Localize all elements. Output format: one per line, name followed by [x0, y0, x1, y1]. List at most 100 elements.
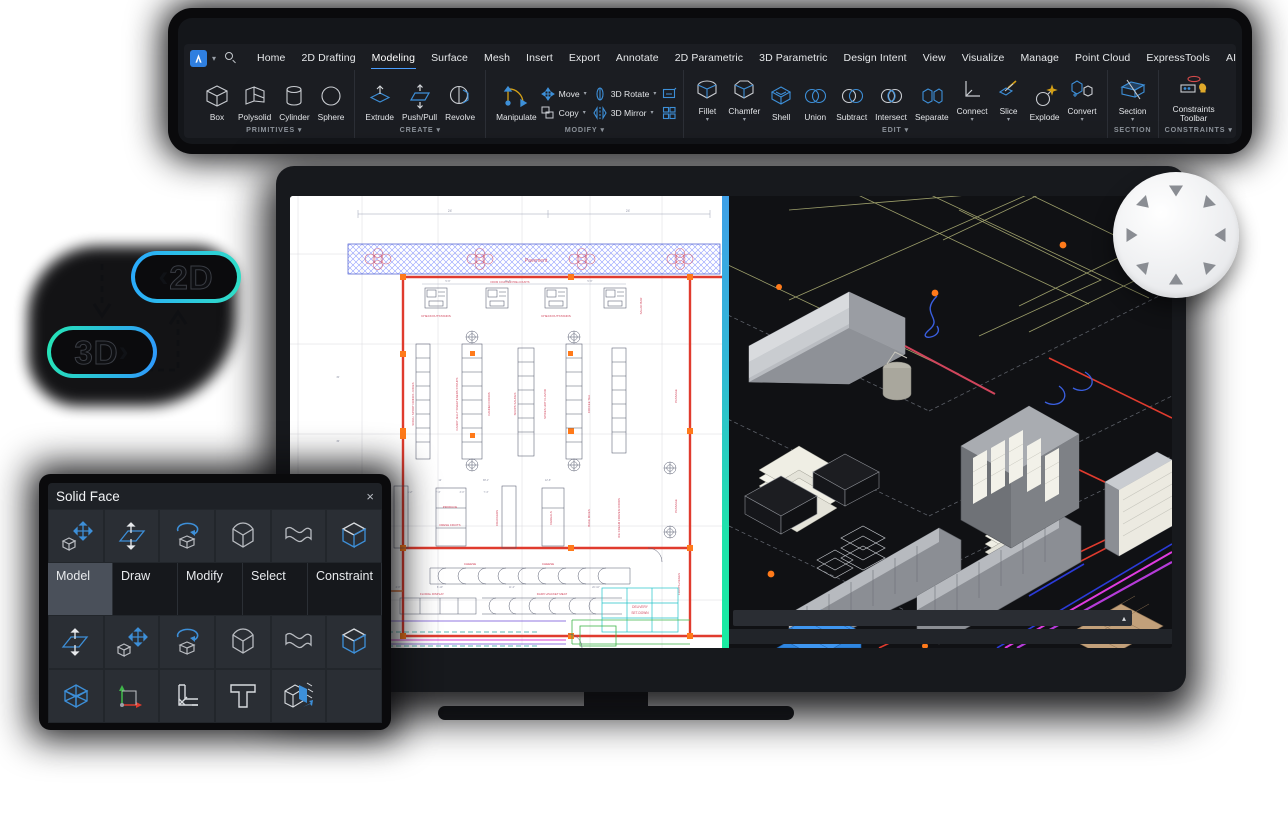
edit-dropdown-icon[interactable]: ▾ [905, 127, 909, 134]
tab-constraint[interactable]: Constraint [308, 563, 382, 615]
slice-button[interactable]: Slice ▾ [992, 72, 1026, 123]
menu-item-mesh[interactable]: Mesh [476, 50, 518, 66]
nav-arrow-w[interactable] [1127, 228, 1138, 242]
rotate-face-button-2[interactable] [159, 615, 215, 669]
section-button[interactable]: Section ▾ [1114, 72, 1152, 123]
orbit-nav-wheel[interactable] [1113, 172, 1239, 298]
toggle-2d-button[interactable]: ‹ 2D [131, 251, 241, 303]
nav-arrow-sw[interactable] [1136, 257, 1154, 275]
angle-corner-button[interactable] [159, 669, 215, 723]
nav-arrow-se[interactable] [1198, 257, 1216, 275]
menu-item-visualize[interactable]: Visualize [954, 50, 1013, 66]
tab-select[interactable]: Select [243, 563, 308, 615]
color-face-button-2[interactable] [326, 615, 382, 669]
separate-button[interactable]: Separate [911, 78, 953, 123]
taper-face-button-2[interactable] [215, 615, 271, 669]
toggle-3d-button[interactable]: 3D › [47, 326, 157, 378]
pushpull-button[interactable]: Push/Pull [398, 78, 441, 123]
app-screenshot: ▾ Home 2D Drafting Modeling Surface Mesh… [0, 0, 1288, 819]
svg-text:ICE CREAM FROZEN FOODS: ICE CREAM FROZEN FOODS [617, 498, 621, 538]
menu-item-view[interactable]: View [915, 50, 954, 66]
curved-face-button-2[interactable] [271, 615, 327, 669]
mirror3d-button[interactable]: 3D Mirror ▾ [593, 104, 657, 121]
app-menu-chevron-down-icon[interactable]: ▾ [212, 54, 216, 63]
polysolid-button[interactable]: Polysolid [234, 78, 275, 123]
viewport-scrollbar[interactable]: ▴ [733, 610, 1132, 626]
explode-button[interactable]: Explode [1026, 78, 1064, 123]
svg-text:SOUPS SAUCES: SOUPS SAUCES [513, 393, 517, 416]
pane-divider[interactable] [722, 196, 729, 648]
mirror3d-dropdown-icon[interactable]: ▾ [651, 109, 654, 116]
intersect-button[interactable]: Intersect [871, 78, 911, 123]
convert-button[interactable]: Convert ▾ [1064, 72, 1101, 123]
array-path-button[interactable] [662, 85, 677, 102]
nav-arrow-ne[interactable] [1198, 195, 1216, 213]
cylinder-button[interactable]: Cylinder [275, 78, 313, 123]
move-button[interactable]: Move ▾ [541, 85, 587, 102]
manipulate-button[interactable]: Manipulate [492, 78, 541, 123]
extract-edges-button[interactable] [271, 669, 327, 723]
primitives-dropdown-icon[interactable]: ▾ [298, 127, 302, 134]
menu-item-annotate[interactable]: Annotate [608, 50, 667, 66]
union-button[interactable]: Union [798, 78, 832, 123]
svg-text:24': 24' [626, 209, 631, 213]
extrude-button[interactable]: Extrude [361, 78, 398, 123]
tab-modify[interactable]: Modify [178, 563, 243, 615]
move-dropdown-icon[interactable]: ▾ [584, 90, 587, 97]
menu-item-modeling[interactable]: Modeling [364, 50, 423, 66]
rotate3d-button[interactable]: 3D Rotate ▾ [593, 85, 657, 102]
copy-button[interactable]: Copy ▾ [541, 104, 587, 121]
modify-dropdown-icon[interactable]: ▾ [600, 127, 604, 134]
connect-button[interactable]: Connect ▾ [953, 72, 992, 123]
tee-profile-button[interactable] [215, 669, 271, 723]
tab-draw[interactable]: Draw [113, 563, 178, 615]
menu-item-design-intent[interactable]: Design Intent [836, 50, 915, 66]
menu-item-ai-assist[interactable]: AI Assist [1218, 50, 1236, 66]
offset-face-button[interactable] [104, 509, 160, 563]
rotate3d-dropdown-icon[interactable]: ▾ [653, 90, 656, 97]
shell-button[interactable]: Shell [764, 78, 798, 123]
revolve-button[interactable]: Revolve [441, 78, 479, 123]
tab-model[interactable]: Model [48, 563, 113, 615]
menu-item-home[interactable]: Home [249, 50, 293, 66]
menu-item-export[interactable]: Export [561, 50, 608, 66]
sphere-button[interactable]: Sphere [314, 78, 349, 123]
copy-dropdown-icon[interactable]: ▾ [583, 109, 586, 116]
scrollbar-caret-up-icon[interactable]: ▴ [1122, 614, 1126, 623]
3d-isometric-pane[interactable]: ▴ [729, 196, 1172, 648]
subtract-button[interactable]: Subtract [832, 78, 871, 123]
array-rect-button[interactable] [662, 104, 677, 121]
box-button[interactable]: Box [200, 78, 234, 123]
solid-face-titlebar[interactable]: Solid Face × [48, 483, 382, 509]
offset-face-button-2[interactable] [48, 615, 104, 669]
menu-item-3d-parametric[interactable]: 3D Parametric [751, 50, 835, 66]
menu-item-expresstools[interactable]: ExpressTools [1138, 50, 1218, 66]
menu-item-insert[interactable]: Insert [518, 50, 561, 66]
menu-item-manage[interactable]: Manage [1012, 50, 1067, 66]
chamfer-button[interactable]: Chamfer ▾ [724, 72, 764, 123]
taper-face-button[interactable] [215, 509, 271, 563]
move-face-button-2[interactable] [104, 615, 160, 669]
rotate-face-button[interactable] [159, 509, 215, 563]
search-icon[interactable] [223, 50, 239, 66]
constraints-toolbar-button[interactable]: ConstraintsToolbar [1165, 70, 1223, 123]
constraints-dropdown-icon[interactable]: ▾ [1228, 127, 1232, 134]
imprint-button[interactable] [48, 669, 104, 723]
menu-item-point-cloud[interactable]: Point Cloud [1067, 50, 1138, 66]
app-logo-icon[interactable] [190, 50, 207, 67]
nav-arrow-n[interactable] [1169, 186, 1183, 197]
curved-face-button[interactable] [271, 509, 327, 563]
menu-item-2d-parametric[interactable]: 2D Parametric [667, 50, 751, 66]
nav-arrow-s[interactable] [1169, 274, 1183, 285]
svg-text:FRESH FRUITS: FRESH FRUITS [439, 523, 460, 527]
nav-arrow-nw[interactable] [1136, 195, 1154, 213]
create-dropdown-icon[interactable]: ▾ [436, 127, 440, 134]
close-icon[interactable]: × [366, 490, 374, 503]
color-face-button[interactable] [326, 509, 382, 563]
ucs-axes-button[interactable] [104, 669, 160, 723]
menu-item-2d-drafting[interactable]: 2D Drafting [293, 50, 363, 66]
move-face-button[interactable] [48, 509, 104, 563]
menu-item-surface[interactable]: Surface [423, 50, 476, 66]
fillet-button[interactable]: Fillet ▾ [690, 72, 724, 123]
nav-arrow-e[interactable] [1215, 228, 1226, 242]
